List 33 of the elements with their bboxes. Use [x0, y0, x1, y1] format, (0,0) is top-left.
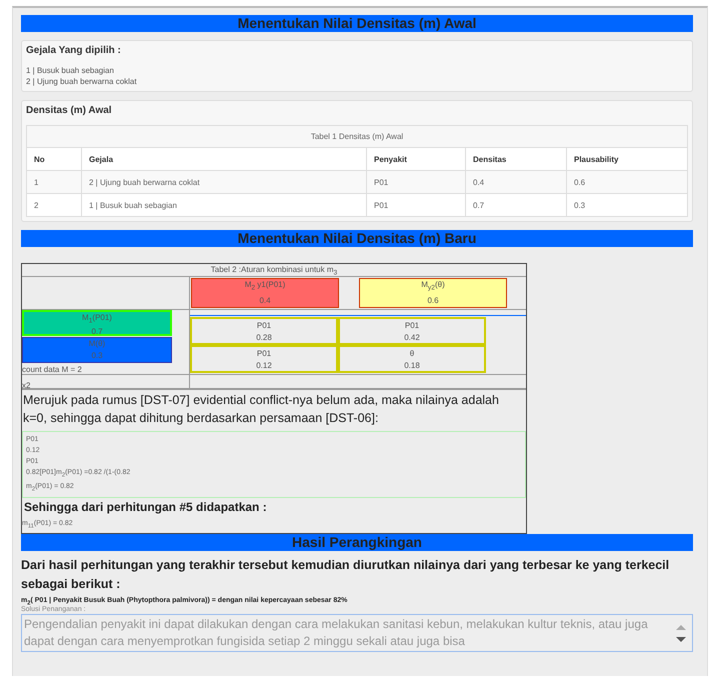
- mass-label: M$_{2}$ y1(P01) 0.4: [191, 278, 339, 308]
- intro-text: Dari hasil perhitungan yang terakhir tersebut kemudian diurutkan nilainya dari yang terbesar ke yang terkecil sebagai berikut :: [21, 556, 670, 593]
- card-heading: Densitas (m) Awal: [26, 105, 113, 116]
- solution-field[interactable]: Pengendalian penyakit ini dapat dilakukan dengan cara melakukan sanitasi kebun, melakukan kultur teknis, atau juga dapat dengan cara menyemprotkan fungisida setiap 2 minggu sekali atau juga bisa: [21, 614, 693, 652]
- section-header: Menentukan Nilai Densitas (m) Awal: [21, 15, 693, 32]
- table-cell: P01: [366, 194, 466, 216]
- table-cell: 2 | Ujung buah berwarna coklat: [82, 170, 366, 194]
- note-text: x2: [22, 380, 30, 390]
- explanation-text: Merujuk pada rumus [DST-07] evidential conflict-nya belum ada, maka nilainya adalah k=0, sehingga dapat dihitung berdasarkan persamaan [DST-06]:: [22, 388, 526, 431]
- result-cell: P01 0.42: [338, 316, 486, 345]
- mass-label: M$_{1}$(P01) 0.7: [22, 310, 172, 336]
- result-cell: P01 0.12: [190, 344, 338, 373]
- table-cell: 0.4: [466, 170, 566, 194]
- section-header: Hasil Perangkingan: [21, 534, 693, 551]
- table-cell: 1 | Busuk buah sebagian: [82, 194, 366, 216]
- table-cell: 1: [26, 170, 82, 194]
- table-cell: 0.7: [466, 194, 566, 216]
- result-cell: P01 0.28: [190, 316, 338, 345]
- section-header: Menentukan Nilai Densitas (m) Baru: [21, 230, 693, 247]
- mass-label: M$_{y2}$(θ) 0.6: [359, 278, 507, 308]
- table-cell: 2: [26, 194, 82, 216]
- table-cell: 0.6: [566, 170, 688, 194]
- table-caption: Tabel 2 :Aturan kombinasi untuk m$_{3}$: [22, 264, 526, 277]
- table-cell: 0.3: [566, 194, 688, 216]
- count-text: count data M = 2: [22, 364, 83, 374]
- result-cell: θ 0.18: [338, 344, 486, 373]
- scroll-down-icon[interactable]: [676, 636, 686, 642]
- symptom-item: 2 | Ujung buah berwarna coklat: [26, 76, 138, 87]
- table-caption: Tabel 1 Densitas (m) Awal: [26, 126, 688, 148]
- symptom-item: 1 | Busuk buah sebagian: [26, 65, 115, 76]
- table-cell: P01: [366, 170, 466, 194]
- subheading: Sehingga dari perhitungan #5 didapatkan :: [23, 499, 268, 516]
- card-heading: Gejala Yang dipilih :: [26, 45, 122, 56]
